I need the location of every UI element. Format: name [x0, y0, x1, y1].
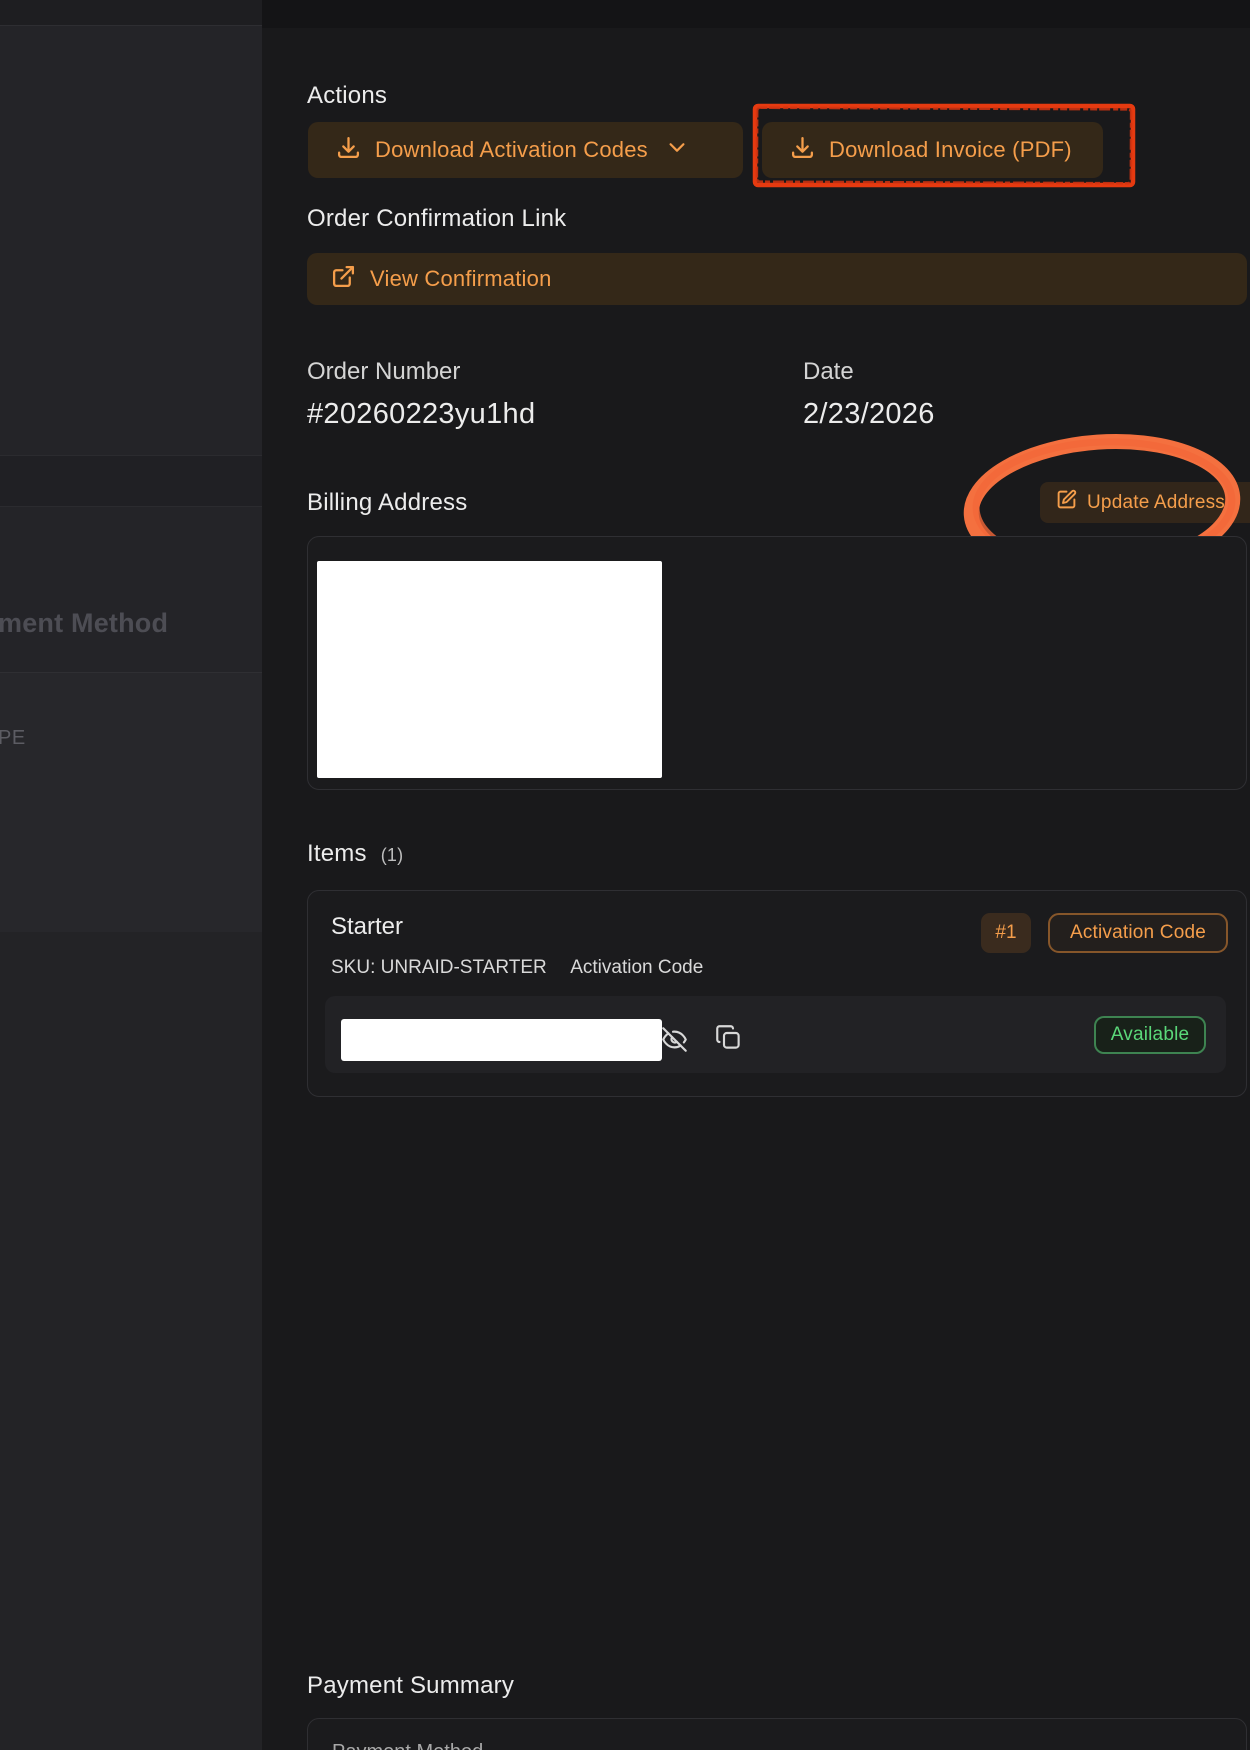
download-invoice-button[interactable]: Download Invoice (PDF) — [762, 122, 1103, 178]
chevron-down-icon — [666, 136, 688, 164]
panel-top-strip — [262, 0, 1250, 28]
copy-code-button[interactable] — [715, 1024, 742, 1051]
items-count: (1) — [381, 845, 404, 866]
sidebar-bottom-block — [0, 932, 262, 1750]
item-sku: SKU: UNRAID-STARTER — [331, 957, 547, 978]
billing-address-redacted — [317, 561, 662, 778]
sidebar-payment-method-heading: ment Method — [0, 608, 168, 639]
item-sku-type: Activation Code — [570, 957, 703, 978]
item-type-badge: Activation Code — [1048, 913, 1228, 953]
billing-address-heading: Billing Address — [307, 489, 467, 517]
order-date-value: 2/23/2026 — [803, 398, 935, 431]
download-activation-codes-button[interactable]: Download Activation Codes — [308, 122, 743, 178]
eye-off-icon — [661, 1041, 688, 1056]
payment-summary-heading: Payment Summary — [307, 1672, 514, 1700]
download-invoice-label: Download Invoice (PDF) — [829, 137, 1072, 163]
copy-icon — [715, 1039, 742, 1054]
sidebar-stripe-value: PE — [0, 727, 26, 750]
item-card: Starter #1 Activation Code SKU: UNRAID-S… — [307, 890, 1247, 1097]
billing-address-card — [307, 536, 1247, 790]
order-number-value: #20260223yu1hd — [307, 398, 535, 431]
view-confirmation-button[interactable]: View Confirmation — [307, 253, 1247, 305]
edit-icon — [1056, 489, 1077, 516]
external-link-icon — [331, 264, 356, 295]
actions-heading: Actions — [307, 82, 387, 110]
order-details-page: ment Method PE Actions Download Activati… — [0, 0, 1250, 1750]
order-number-label: Order Number — [307, 358, 460, 386]
update-address-button[interactable]: Update Address — [1040, 482, 1250, 523]
sidebar-payment-method-block: PE — [0, 672, 262, 932]
activation-code-redacted — [341, 1019, 662, 1061]
view-confirmation-label: View Confirmation — [370, 266, 552, 292]
update-address-label: Update Address — [1087, 492, 1225, 514]
toggle-code-visibility-button[interactable] — [661, 1026, 688, 1053]
download-icon — [336, 135, 361, 166]
payment-method-label: Payment Method — [332, 1741, 483, 1750]
sidebar: ment Method PE — [0, 0, 262, 1750]
activation-code-row: Available — [325, 996, 1226, 1073]
sidebar-order-row[interactable] — [0, 455, 262, 507]
code-status-badge: Available — [1094, 1016, 1206, 1054]
items-heading-label: Items — [307, 840, 367, 868]
payment-summary-card: Payment Method — [307, 1718, 1247, 1750]
download-icon — [790, 135, 815, 166]
order-confirmation-heading: Order Confirmation Link — [307, 205, 566, 233]
order-date-label: Date — [803, 358, 854, 386]
item-name: Starter — [331, 913, 403, 941]
item-sku-line: SKU: UNRAID-STARTER Activation Code — [331, 957, 703, 979]
items-heading: Items (1) — [307, 840, 403, 868]
item-index-badge: #1 — [981, 913, 1031, 953]
download-activation-codes-label: Download Activation Codes — [375, 137, 648, 163]
sidebar-top-strip — [0, 0, 262, 26]
